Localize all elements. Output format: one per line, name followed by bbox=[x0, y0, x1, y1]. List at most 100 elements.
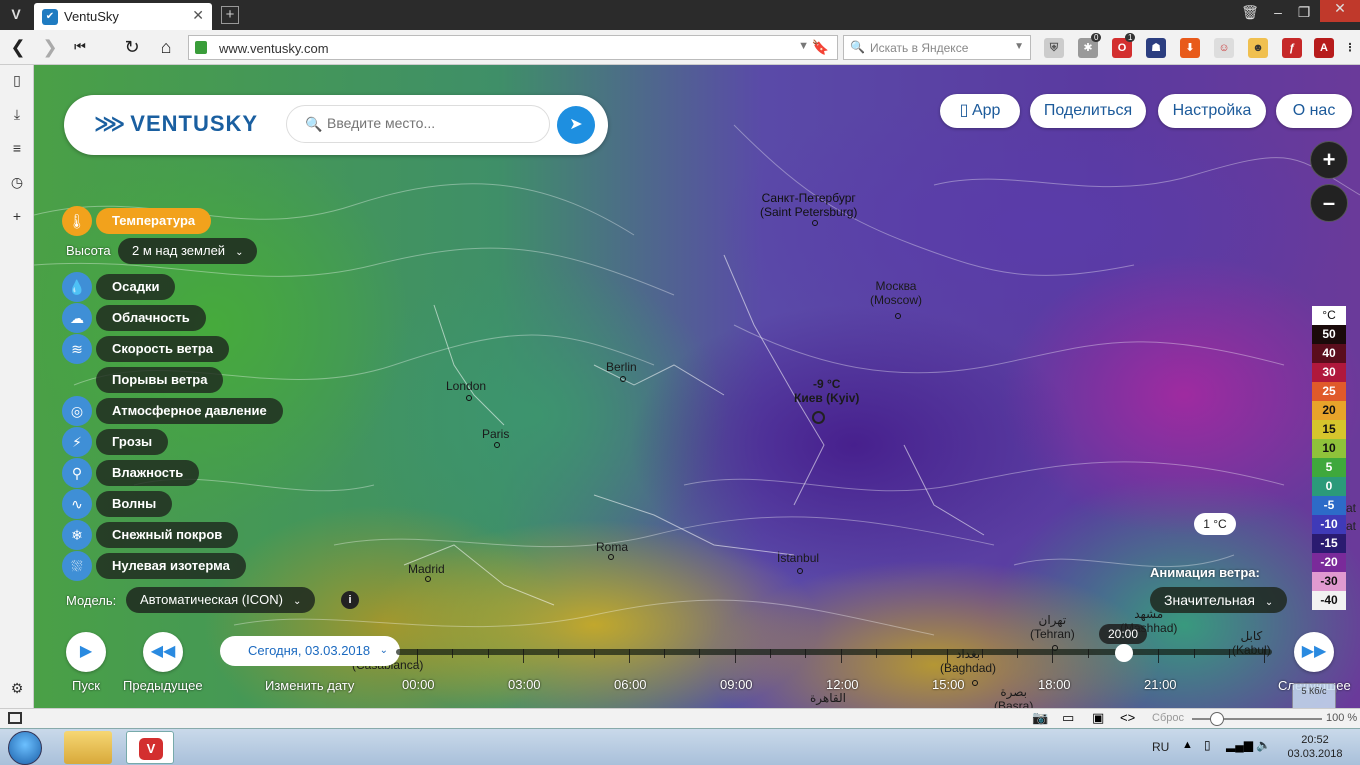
previous-button[interactable]: ◀◀ bbox=[143, 632, 183, 672]
panel-toggle-icon[interactable] bbox=[8, 712, 22, 724]
model-select[interactable]: Автоматическая (ICON) ⌄ bbox=[126, 587, 316, 613]
about-button[interactable]: О нас bbox=[1276, 94, 1352, 128]
maximize-button[interactable]: ❐ bbox=[1292, 4, 1316, 21]
next-button[interactable]: ▶▶ bbox=[1294, 632, 1334, 672]
thermometer-icon[interactable]: 🌡 bbox=[62, 206, 92, 236]
city-label-london[interactable]: London bbox=[446, 379, 486, 393]
layer-wind-gusts[interactable]: Порывы ветра bbox=[96, 367, 224, 393]
gauge-icon[interactable]: ◎ bbox=[62, 396, 92, 426]
home-button[interactable]: ⌂ bbox=[154, 36, 178, 58]
city-label-tehran[interactable]: تهران (Tehran) bbox=[1030, 613, 1075, 641]
tray-expand-icon[interactable]: ▲ bbox=[1182, 739, 1193, 751]
menu-dots-icon[interactable]: ⋮ bbox=[1340, 38, 1360, 58]
minimize-button[interactable]: – bbox=[1266, 4, 1290, 20]
cloud-icon[interactable]: ☁ bbox=[62, 303, 92, 333]
tray-clock[interactable]: 20:52 03.03.2018 bbox=[1285, 733, 1345, 761]
time-label[interactable]: 03:00 bbox=[508, 677, 541, 692]
city-label-cairo[interactable]: القاهرة bbox=[810, 691, 846, 705]
weather-map[interactable]: Санкт-Петербург (Saint Petersburg) Москва… bbox=[34, 65, 1360, 708]
zoom-out-button[interactable]: – bbox=[1310, 184, 1348, 222]
city-label-basra[interactable]: بصرة (Basra) bbox=[994, 685, 1033, 708]
city-label-roma[interactable]: Roma bbox=[596, 540, 628, 554]
yandex-search-field[interactable]: 🔍 Искать в Яндексе ▼ bbox=[843, 35, 1031, 60]
layer-waves[interactable]: Волны bbox=[96, 491, 173, 517]
time-label[interactable]: 09:00 bbox=[720, 677, 753, 692]
image-icon[interactable]: ▣ bbox=[1092, 710, 1104, 726]
date-select[interactable]: Сегодня, 03.03.2018 ⌄ bbox=[220, 636, 400, 666]
camera-icon[interactable]: 📷 bbox=[1032, 710, 1048, 726]
time-label[interactable]: 00:00 bbox=[402, 677, 435, 692]
layer-wind-speed[interactable]: Скорость ветра bbox=[96, 336, 229, 362]
height-select[interactable]: 2 м над землей ⌄ bbox=[118, 238, 258, 264]
humidity-icon[interactable]: ⚲ bbox=[62, 458, 92, 488]
wind-animation-select[interactable]: Значительная ⌄ bbox=[1150, 587, 1288, 613]
city-label-berlin[interactable]: Berlin bbox=[606, 360, 637, 374]
rewind-button[interactable]: ⏮ bbox=[68, 36, 92, 58]
search-engine-icon[interactable]: 🔍 bbox=[850, 40, 865, 54]
settings-gear-icon[interactable]: ⚙ bbox=[8, 679, 26, 697]
wave-icon[interactable]: ∿ bbox=[62, 489, 92, 519]
city-label-madrid[interactable]: Madrid bbox=[408, 562, 445, 576]
freezing-level-icon[interactable]: ⛆ bbox=[62, 551, 92, 581]
city-label-istanbul[interactable]: İstanbul bbox=[777, 551, 819, 565]
place-search-input[interactable] bbox=[327, 115, 537, 131]
bookmarks-panel-icon[interactable]: ▯ bbox=[8, 71, 26, 89]
point-temperature-badge[interactable]: 1 °C bbox=[1194, 513, 1236, 535]
layer-freezing-level[interactable]: Нулевая изотерма bbox=[96, 553, 246, 579]
vivaldi-taskbar-icon[interactable]: V bbox=[126, 731, 174, 764]
download-extension-icon[interactable]: ⬇ bbox=[1180, 38, 1200, 58]
city-label-moscow[interactable]: Москва (Moscow) bbox=[870, 279, 922, 307]
layer-clouds[interactable]: Облачность bbox=[96, 305, 206, 331]
flash-extension-icon[interactable]: ƒ bbox=[1282, 38, 1302, 58]
new-tab-button[interactable]: + bbox=[221, 6, 239, 24]
trash-icon[interactable]: 🗑 bbox=[1238, 4, 1262, 21]
app-button[interactable]: ▯ App bbox=[940, 94, 1020, 128]
forward-button[interactable]: ❯ bbox=[38, 36, 62, 58]
url-dropdown-icon[interactable]: ▼ bbox=[798, 40, 809, 52]
layer-precipitation[interactable]: Осадки bbox=[96, 274, 176, 300]
close-window-button[interactable]: ✕ bbox=[1320, 0, 1360, 22]
time-slider-handle[interactable] bbox=[1115, 644, 1133, 662]
browser-tab[interactable]: ✔ VentuSky ✕ bbox=[34, 3, 212, 30]
zoom-reset-label[interactable]: Сброс bbox=[1152, 712, 1184, 724]
zoom-slider-handle[interactable] bbox=[1210, 712, 1224, 726]
language-indicator[interactable]: RU bbox=[1152, 740, 1169, 754]
bookmark-icon[interactable]: 🔖 bbox=[812, 39, 829, 56]
layer-thunderstorms[interactable]: Грозы bbox=[96, 429, 169, 455]
close-tab-icon[interactable]: ✕ bbox=[192, 7, 204, 24]
wind-icon[interactable]: ≋ bbox=[62, 334, 92, 364]
snowflake-icon[interactable]: ❄ bbox=[62, 520, 92, 550]
play-button[interactable]: ▶ bbox=[66, 632, 106, 672]
volume-icon[interactable]: 🔈 bbox=[1256, 738, 1271, 752]
time-label[interactable]: 21:00 bbox=[1144, 677, 1177, 692]
layer-humidity[interactable]: Влажность bbox=[96, 460, 200, 486]
robot-extension-icon[interactable]: ☗ bbox=[1146, 38, 1166, 58]
drop-icon[interactable]: 💧 bbox=[62, 272, 92, 302]
layer-pressure[interactable]: Атмосферное давление bbox=[96, 398, 283, 424]
timeline-track[interactable] bbox=[396, 649, 1272, 655]
zoom-in-button[interactable]: + bbox=[1310, 141, 1348, 179]
explorer-taskbar-icon[interactable] bbox=[64, 731, 112, 764]
time-label[interactable]: 15:00 bbox=[932, 677, 965, 692]
downloads-panel-icon[interactable]: ⤓ bbox=[8, 105, 26, 123]
place-search-box[interactable]: 🔍 bbox=[286, 105, 550, 143]
shield-extension-icon[interactable]: ⛨ bbox=[1044, 38, 1064, 58]
device-tray-icon[interactable]: ▯ bbox=[1204, 738, 1211, 752]
search-dropdown-icon[interactable]: ▼ bbox=[1014, 41, 1024, 52]
start-button[interactable] bbox=[8, 731, 42, 765]
time-label[interactable]: 18:00 bbox=[1038, 677, 1071, 692]
settings-button[interactable]: Настройка bbox=[1158, 94, 1266, 128]
lightning-icon[interactable]: ⚡ bbox=[62, 427, 92, 457]
tile-icon[interactable]: ▭ bbox=[1062, 710, 1074, 726]
code-icon[interactable]: <> bbox=[1120, 710, 1135, 725]
ventusky-logo[interactable]: ⋙ VENTUSKY bbox=[94, 111, 258, 137]
locate-me-button[interactable]: ➤ bbox=[557, 106, 595, 144]
network-signal-icon[interactable]: ▂▄▆ bbox=[1226, 738, 1253, 752]
time-label[interactable]: 12:00 bbox=[826, 677, 859, 692]
selected-location-marker[interactable] bbox=[812, 411, 825, 424]
info-icon[interactable]: i bbox=[341, 591, 359, 609]
layer-snow-cover[interactable]: Снежный покров bbox=[96, 522, 239, 548]
share-button[interactable]: Поделиться bbox=[1030, 94, 1146, 128]
add-panel-icon[interactable]: + bbox=[8, 207, 26, 225]
layer-temperature[interactable]: Температура bbox=[96, 208, 212, 234]
